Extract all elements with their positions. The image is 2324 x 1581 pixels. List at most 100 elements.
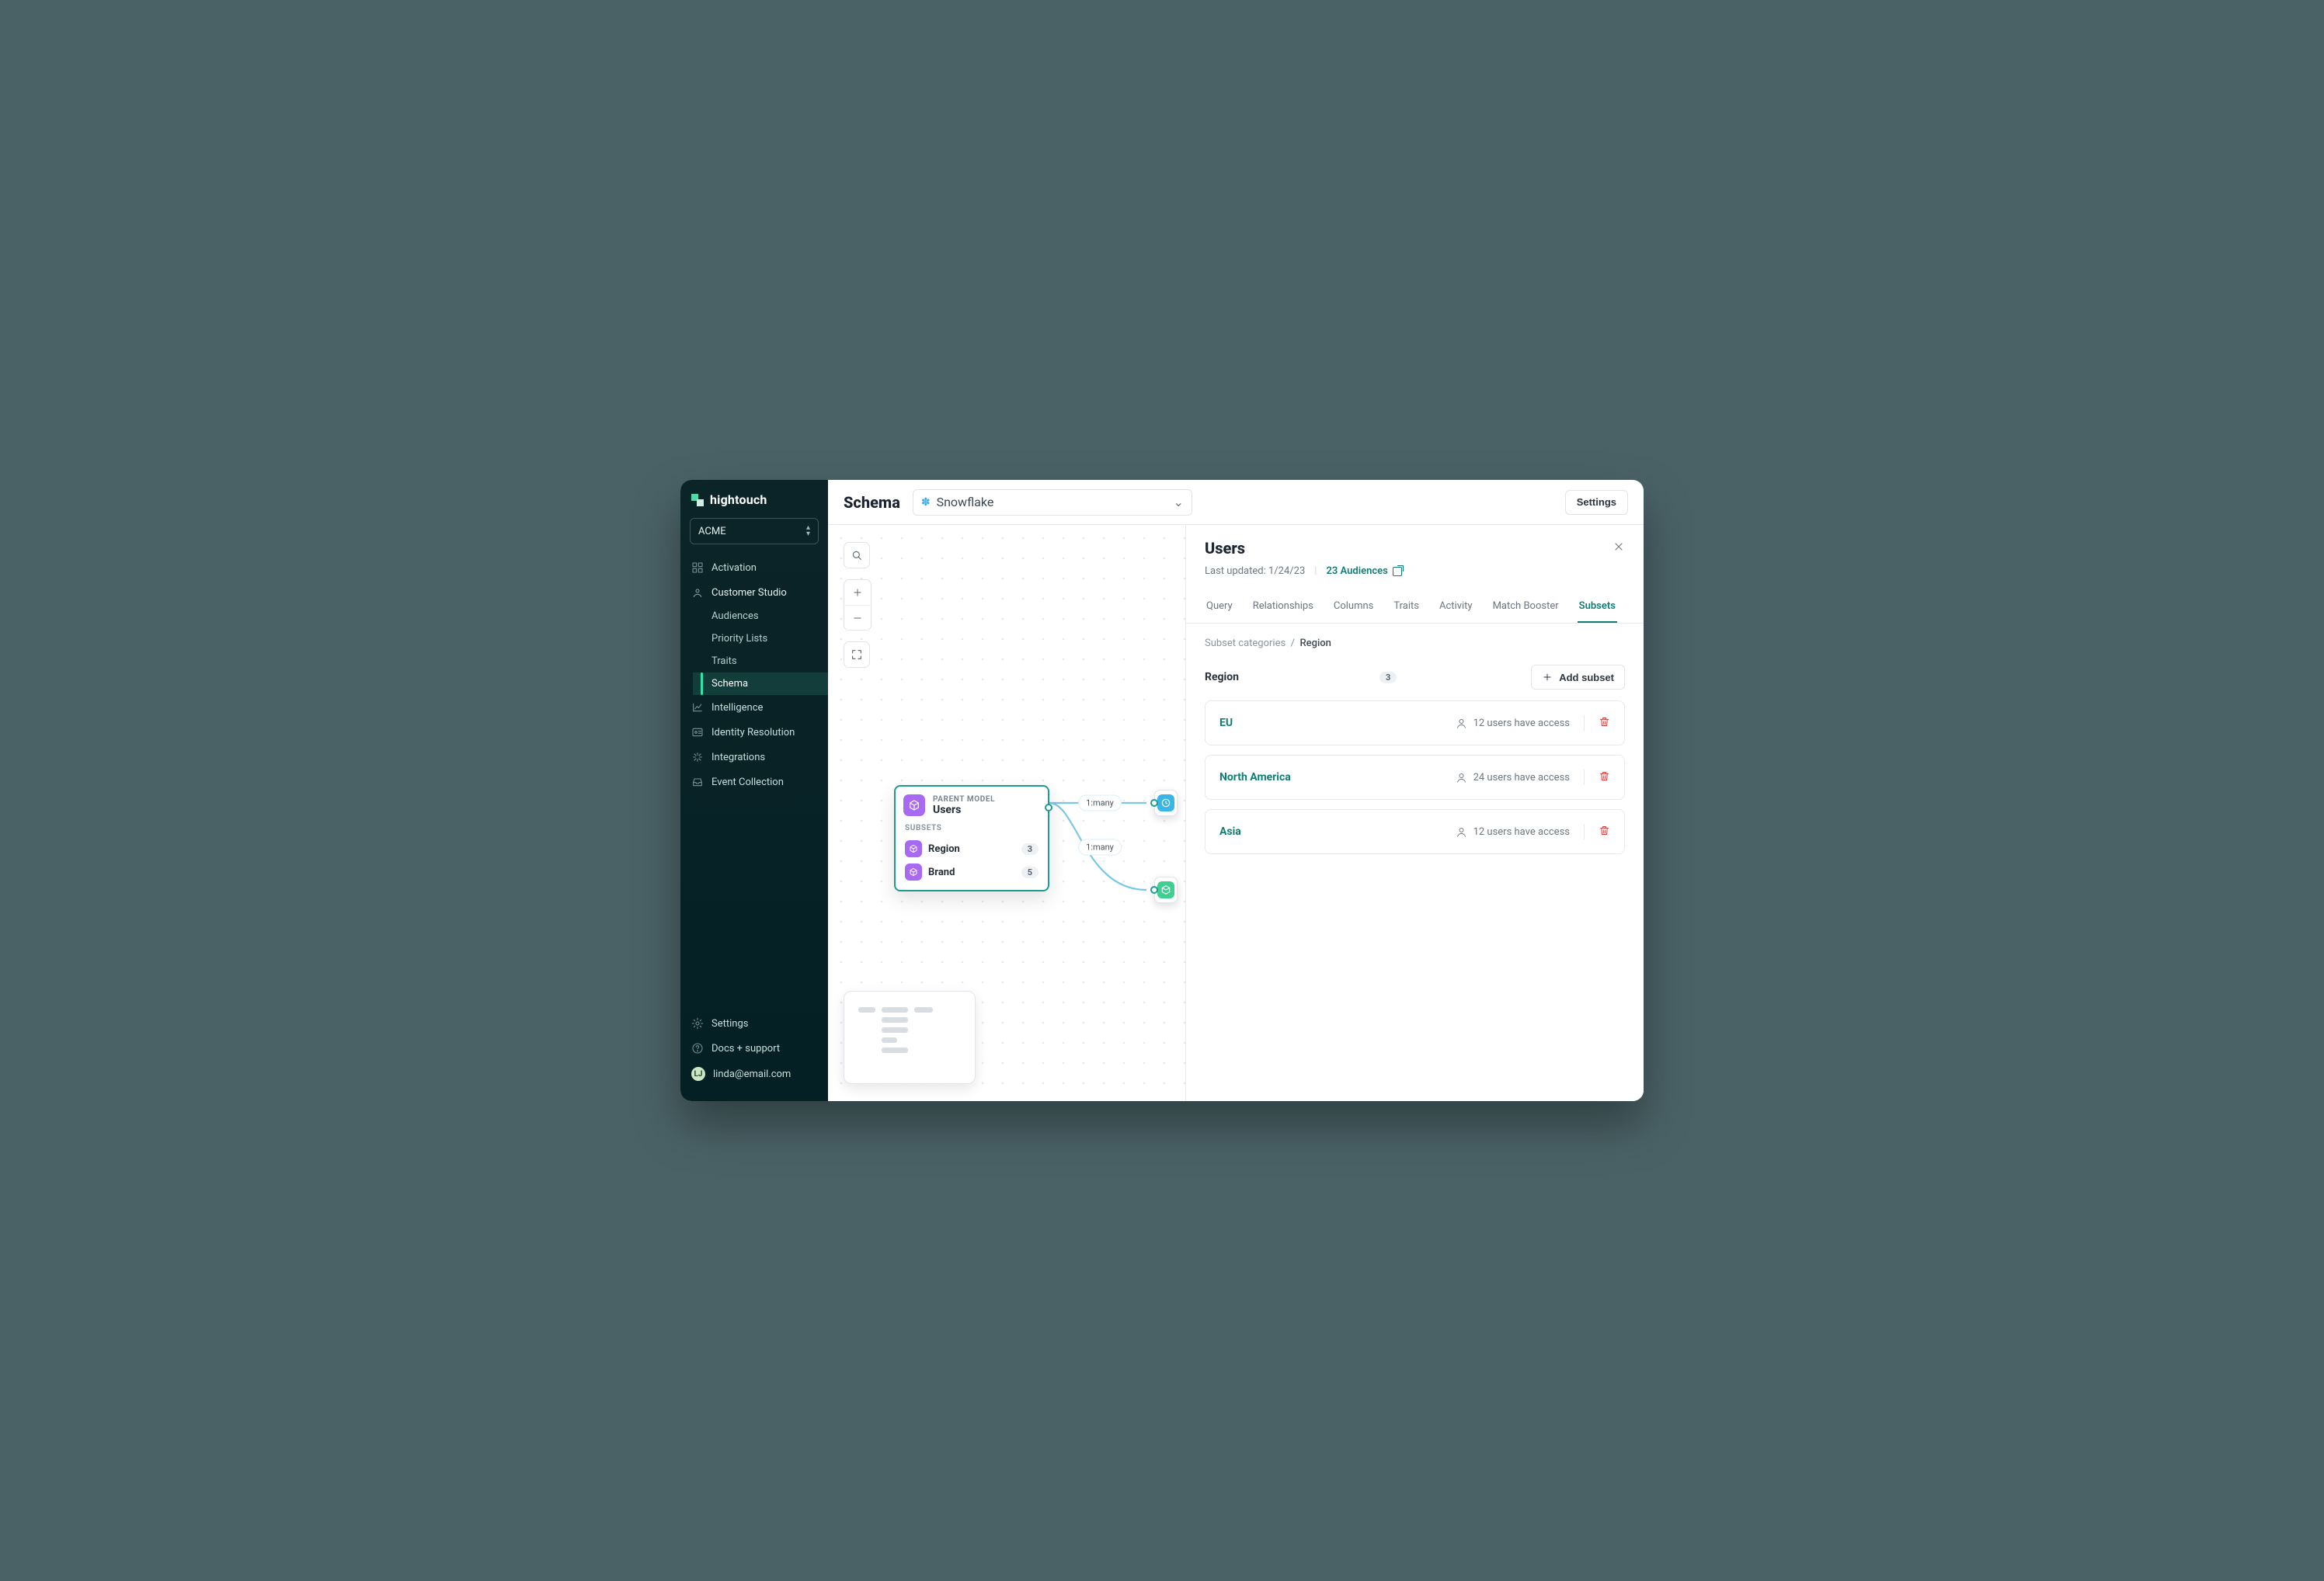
clock-icon xyxy=(1157,794,1174,811)
primary-nav: Activation Customer Studio Audiences Pri… xyxy=(680,555,828,1006)
avatar: LJ xyxy=(691,1067,705,1081)
subnav-priority-lists[interactable]: Priority Lists xyxy=(693,627,828,650)
tab-subsets[interactable]: Subsets xyxy=(1578,591,1617,623)
region-name: Region xyxy=(1205,671,1239,683)
external-link-icon xyxy=(1393,567,1402,576)
nav-customer-studio[interactable]: Customer Studio xyxy=(680,580,828,605)
delete-subset-button[interactable] xyxy=(1599,770,1610,785)
tab-traits[interactable]: Traits xyxy=(1392,591,1421,623)
user-icon xyxy=(1456,826,1467,838)
grid-icon xyxy=(691,561,704,574)
nav-label: Intelligence xyxy=(711,702,763,714)
zoom-group xyxy=(844,579,872,631)
source-select[interactable]: ✽ Snowflake ⌄ xyxy=(913,489,1192,516)
workspace-switcher[interactable]: ACME ▴▾ xyxy=(690,518,819,544)
tab-match-booster[interactable]: Match Booster xyxy=(1491,591,1560,623)
tab-relationships[interactable]: Relationships xyxy=(1251,591,1315,623)
subsets-heading: SUBSETS xyxy=(905,824,1038,832)
panel-meta: Last updated: 1/24/23 | 23 Audiences xyxy=(1205,565,1625,577)
breadcrumb-root[interactable]: Subset categories xyxy=(1205,638,1286,649)
settings-button[interactable]: Settings xyxy=(1565,490,1628,515)
user-target-icon xyxy=(691,586,704,599)
plus-icon xyxy=(852,587,863,598)
delete-subset-button[interactable] xyxy=(1599,825,1610,839)
bottom-user[interactable]: LJ linda@email.com xyxy=(680,1061,828,1087)
tab-columns[interactable]: Columns xyxy=(1332,591,1376,623)
page-title: Schema xyxy=(844,493,900,512)
up-down-chevron-icon: ▴▾ xyxy=(806,525,810,537)
zoom-in-button[interactable] xyxy=(844,580,871,605)
brand-logo-icon xyxy=(691,494,704,506)
minus-icon xyxy=(852,613,863,624)
main: Schema ✽ Snowflake ⌄ Settings xyxy=(828,480,1644,1101)
nav-event-collection[interactable]: Event Collection xyxy=(680,770,828,794)
nav-label: Customer Studio xyxy=(711,587,787,599)
bottom-docs[interactable]: Docs + support xyxy=(680,1036,828,1061)
subset-name-link[interactable]: EU xyxy=(1219,717,1233,729)
access-info: 12 users have access xyxy=(1456,826,1570,838)
panel-tabs: Query Relationships Columns Traits Activ… xyxy=(1186,591,1644,624)
nav-intelligence[interactable]: Intelligence xyxy=(680,695,828,720)
trash-icon xyxy=(1599,825,1610,836)
zoom-out-button[interactable] xyxy=(844,605,871,630)
fit-view-button[interactable] xyxy=(844,641,870,668)
nav-label: Identity Resolution xyxy=(711,727,795,738)
cube-icon xyxy=(905,863,922,881)
subset-row-brand[interactable]: Brand 5 xyxy=(903,860,1040,884)
help-icon xyxy=(691,1042,704,1055)
port-west[interactable] xyxy=(1150,799,1158,807)
snowflake-icon: ✽ xyxy=(921,496,931,509)
tab-activity[interactable]: Activity xyxy=(1438,591,1474,623)
bottom-settings[interactable]: Settings xyxy=(680,1011,828,1036)
subset-card: Asia 12 users have access xyxy=(1205,809,1625,854)
app-frame: hightouch ACME ▴▾ Activation Customer St… xyxy=(680,480,1644,1101)
subnav-traits[interactable]: Traits xyxy=(693,650,828,672)
close-panel-button[interactable] xyxy=(1613,540,1625,556)
nav-label: Activation xyxy=(711,562,757,574)
nav-identity-resolution[interactable]: Identity Resolution xyxy=(680,720,828,745)
subset-name-link[interactable]: North America xyxy=(1219,771,1291,784)
tab-query[interactable]: Query xyxy=(1205,591,1234,623)
subset-row-region[interactable]: Region 3 xyxy=(903,837,1040,860)
parent-model-card[interactable]: PARENT MODEL Users SUBSETS Region 3 Bran… xyxy=(894,785,1049,891)
topbar: Schema ✽ Snowflake ⌄ Settings xyxy=(828,480,1644,525)
canvas-minimap[interactable] xyxy=(844,991,976,1084)
access-info: 24 users have access xyxy=(1456,772,1570,784)
gear-icon xyxy=(691,1017,704,1030)
delete-subset-button[interactable] xyxy=(1599,716,1610,731)
schema-canvas[interactable]: 1:many 1:many PARENT MODEL Users SUBSETS xyxy=(828,525,1644,1101)
divider xyxy=(1584,824,1585,839)
audiences-link[interactable]: 23 Audiences xyxy=(1326,565,1401,577)
workspace-name: ACME xyxy=(698,526,726,537)
count-badge: 5 xyxy=(1021,867,1038,878)
sidebar-bottom: Settings Docs + support LJ linda@email.c… xyxy=(680,1006,828,1092)
divider xyxy=(1584,770,1585,785)
port-east[interactable] xyxy=(1045,804,1052,811)
brand-name: hightouch xyxy=(710,492,767,507)
box-icon xyxy=(1157,881,1174,898)
subset-name-link[interactable]: Asia xyxy=(1219,825,1241,838)
port-west[interactable] xyxy=(1150,886,1158,894)
related-node-green[interactable] xyxy=(1154,877,1178,903)
add-subset-button[interactable]: Add subset xyxy=(1531,665,1625,690)
breadcrumb-current: Region xyxy=(1299,638,1331,649)
sparkle-icon xyxy=(691,751,704,763)
access-info: 12 users have access xyxy=(1456,718,1570,729)
nav-integrations[interactable]: Integrations xyxy=(680,745,828,770)
user-email: linda@email.com xyxy=(713,1068,791,1080)
id-icon xyxy=(691,726,704,738)
subnav-schema[interactable]: Schema xyxy=(693,672,828,695)
nav-activation[interactable]: Activation xyxy=(680,555,828,580)
region-count: 3 xyxy=(1379,672,1397,683)
related-node-blue[interactable] xyxy=(1154,790,1178,816)
source-name: Snowflake xyxy=(937,495,994,509)
subnav-audiences[interactable]: Audiences xyxy=(693,605,828,627)
cube-icon xyxy=(903,794,925,816)
user-icon xyxy=(1456,718,1467,729)
brand: hightouch xyxy=(680,492,828,518)
subset-card: North America 24 users have access xyxy=(1205,755,1625,800)
model-caption: PARENT MODEL xyxy=(933,795,995,804)
divider xyxy=(1584,715,1585,731)
trash-icon xyxy=(1599,770,1610,782)
canvas-search-button[interactable] xyxy=(844,542,870,568)
